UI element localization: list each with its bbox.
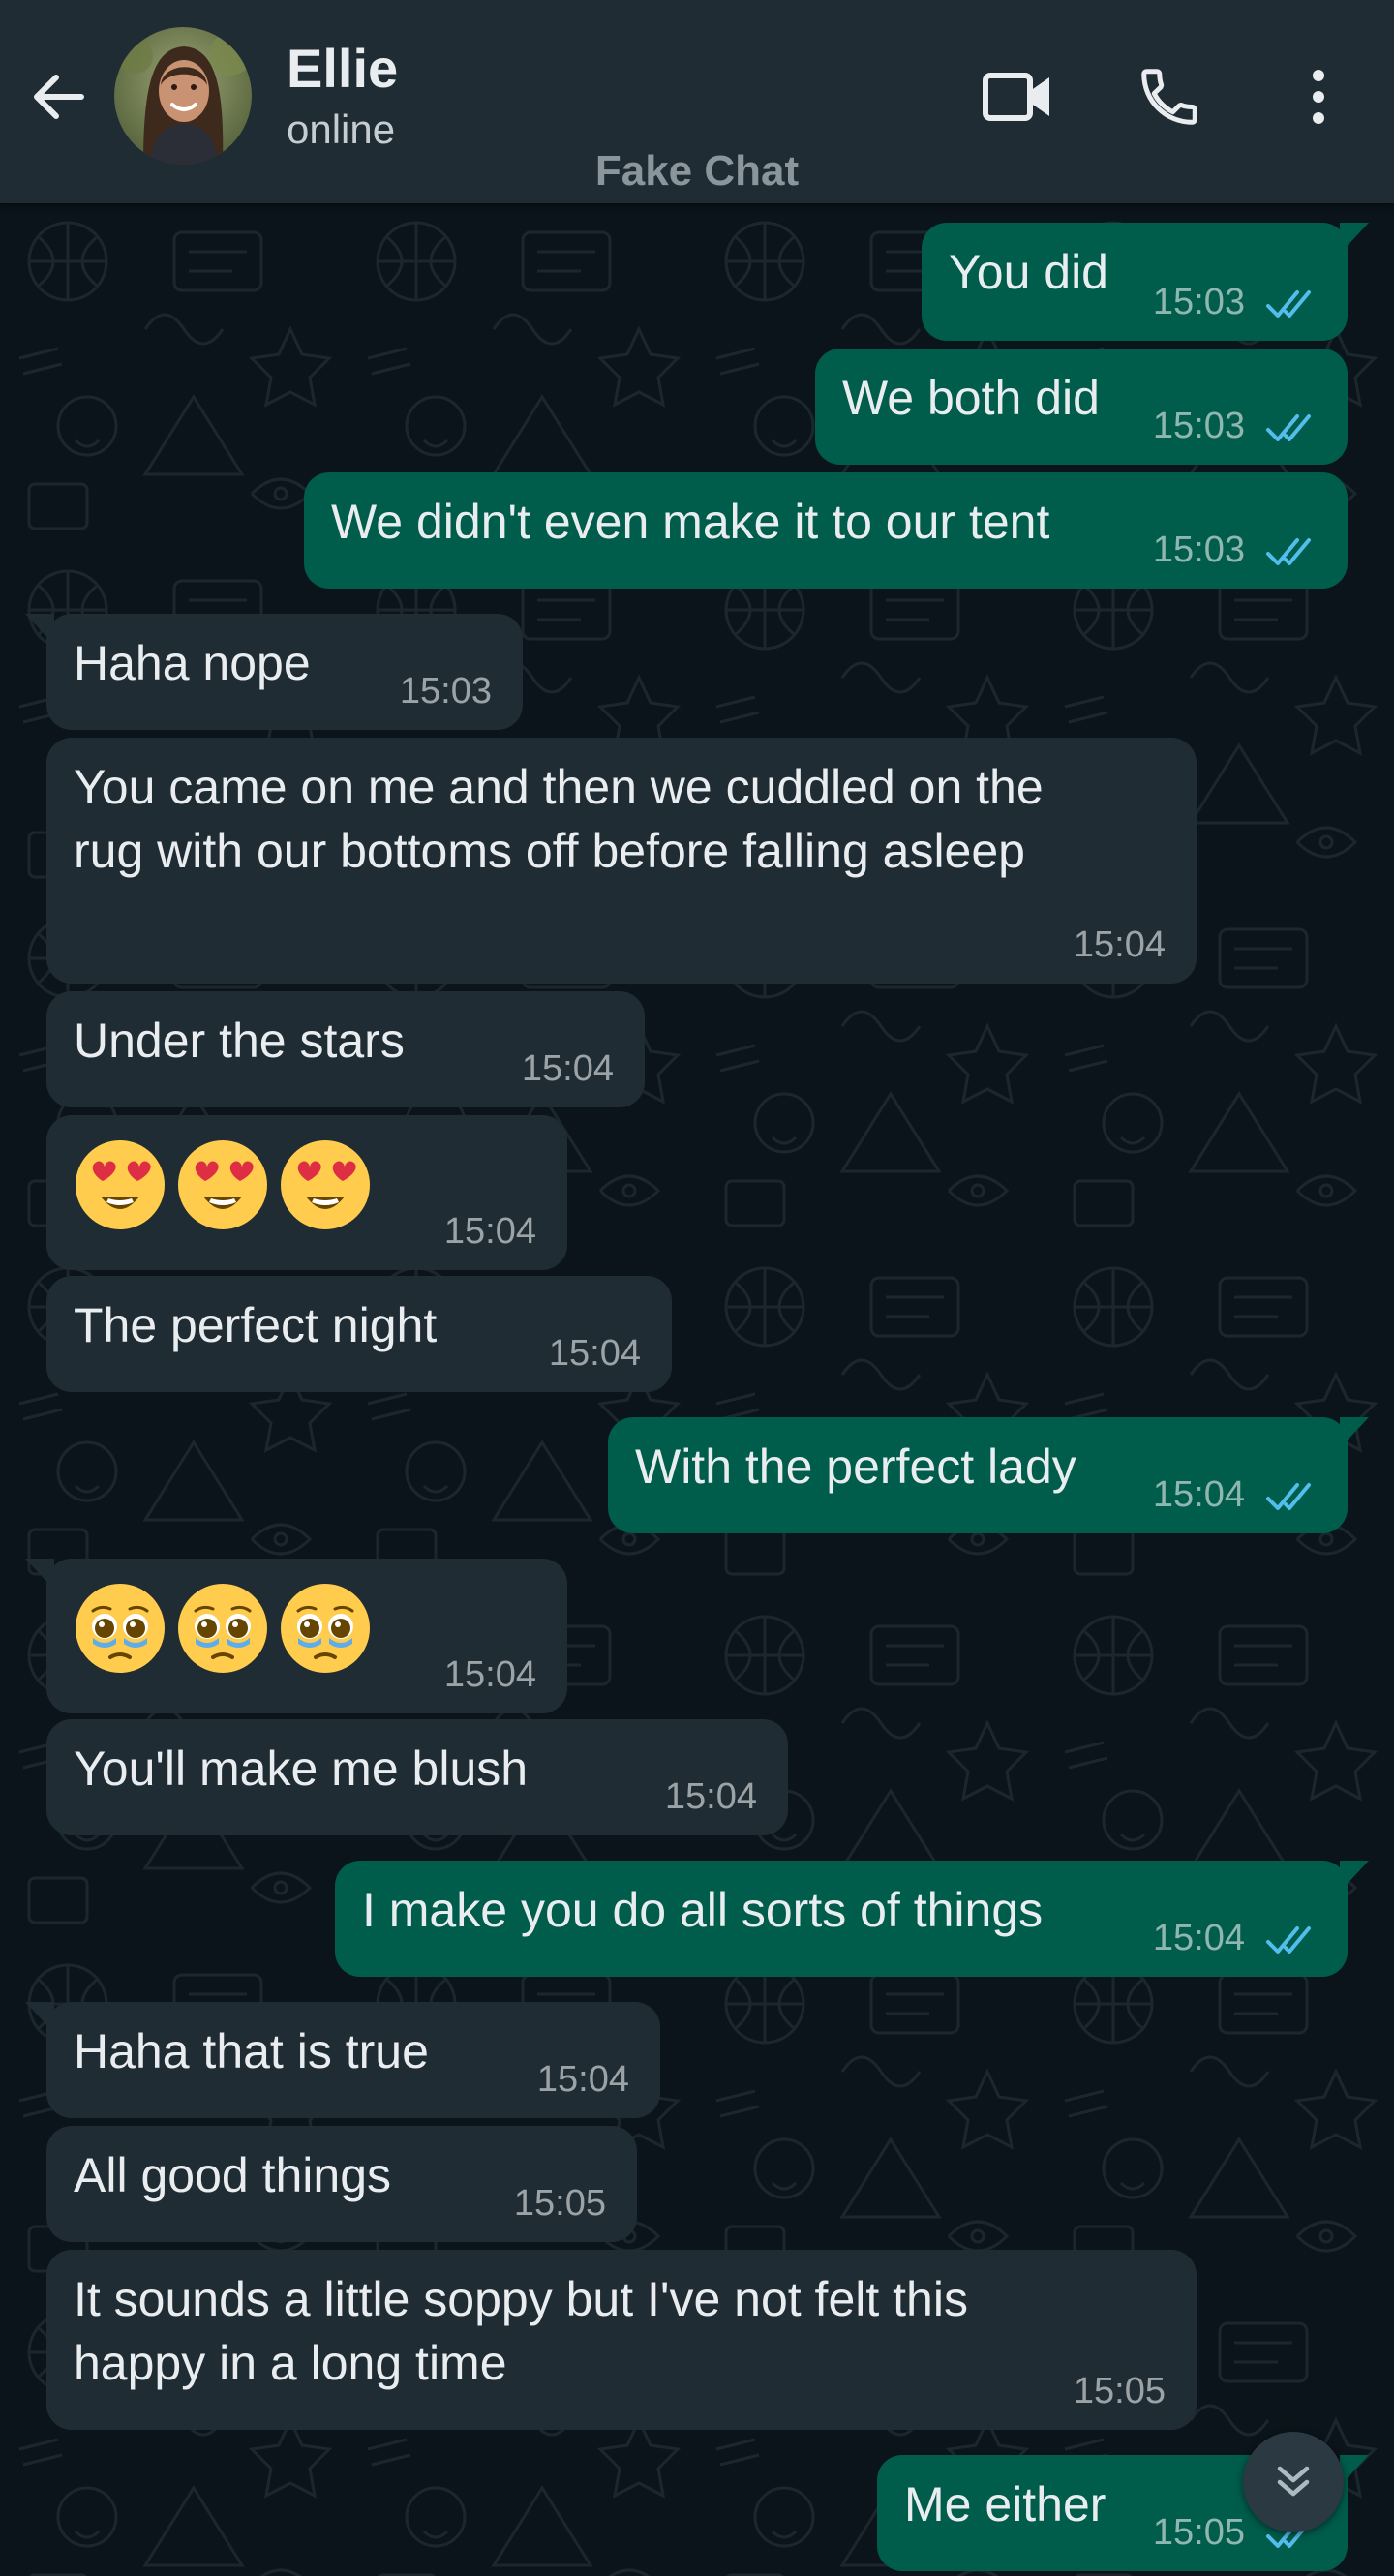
message-bubble-incoming[interactable]: 15:04 — [46, 1115, 567, 1270]
message-bubble-outgoing[interactable]: We didn't even make it to our tent 15:03 — [304, 472, 1348, 589]
message-bubble-outgoing[interactable]: I make you do all sorts of things 15:04 — [335, 1861, 1369, 1977]
message-bubble-outgoing[interactable]: We both did 15:03 — [815, 349, 1348, 465]
video-call-icon — [983, 73, 1049, 121]
message-bubble-outgoing[interactable]: You did 15:03 — [922, 223, 1369, 341]
bubble-tail — [25, 614, 54, 645]
message-time: 15:03 — [1152, 282, 1245, 322]
message-text: We didn't even make it to our tent — [331, 495, 1050, 549]
message-time: 15:04 — [548, 1333, 641, 1374]
message-text-line-1: You came on me and then we cuddled on th… — [74, 760, 1044, 814]
message-text: I make you do all sorts of things — [362, 1883, 1044, 1937]
read-ticks-icon — [1266, 1483, 1311, 1510]
bubble-tail — [25, 2002, 54, 2033]
message-time: 15:04 — [443, 1211, 536, 1252]
bubble-tail — [1340, 1417, 1369, 1448]
message-text: The perfect night — [74, 1298, 438, 1352]
message-time: 15:05 — [513, 2183, 606, 2224]
message-time: 15:04 — [1073, 924, 1166, 965]
fake-chat-watermark: Fake Chat — [594, 147, 800, 195]
voice-call-button[interactable] — [1129, 56, 1210, 137]
contact-name[interactable]: Ellie — [287, 37, 398, 100]
message-text: You'll make me blush — [74, 1742, 529, 1796]
message-time: 15:04 — [664, 1776, 757, 1817]
message-text: Under the stars — [74, 1014, 405, 1068]
back-arrow-icon — [34, 75, 84, 119]
read-ticks-icon — [1266, 414, 1311, 441]
contact-avatar[interactable] — [114, 27, 252, 165]
message-time: 15:03 — [1152, 406, 1245, 446]
pleading-face-emoji — [178, 1584, 267, 1673]
emoji-row — [72, 1580, 374, 1677]
message-text-line-2: rug with our bottoms off before falling … — [74, 824, 1025, 878]
double-chevron-down-icon — [1277, 2466, 1310, 2497]
message-time: 15:04 — [521, 1048, 614, 1089]
message-bubble-incoming[interactable]: You'll make me blush 15:04 — [46, 1719, 788, 1835]
message-text-line-2: happy in a long time — [74, 2336, 507, 2390]
message-time: 15:04 — [443, 1654, 536, 1695]
message-text: With the perfect lady — [635, 1440, 1076, 1494]
scroll-to-bottom-button[interactable] — [1243, 2432, 1344, 2532]
message-text: You did — [949, 245, 1108, 299]
bubble-tail — [25, 1559, 54, 1590]
message-bubble-incoming[interactable]: Haha that is true 15:04 — [25, 2002, 660, 2118]
bubble-tail — [1340, 223, 1369, 254]
more-options-icon — [1313, 70, 1324, 124]
message-time: 15:04 — [1152, 1918, 1245, 1958]
read-ticks-icon — [1266, 290, 1311, 318]
read-ticks-icon — [1266, 538, 1311, 565]
message-text-line-1: It sounds a little soppy but I've not fe… — [74, 2272, 968, 2326]
message-text: We both did — [842, 371, 1100, 425]
message-time: 15:05 — [1152, 2512, 1245, 2553]
message-text: All good things — [74, 2148, 392, 2202]
heart-eyes-emoji — [281, 1140, 370, 1229]
avatar-photo — [114, 27, 252, 165]
message-text: Haha that is true — [74, 2024, 429, 2078]
heart-eyes-emoji — [76, 1140, 165, 1229]
message-time: 15:05 — [1073, 2371, 1166, 2411]
voice-call-icon — [1141, 69, 1197, 125]
message-time: 15:03 — [399, 671, 492, 712]
contact-status: online — [287, 106, 396, 152]
chat-area[interactable]: You did 15:03 We both did 15:03 We didn'… — [0, 203, 1394, 2576]
heart-eyes-emoji — [178, 1140, 267, 1229]
message-time: 15:04 — [536, 2059, 629, 2100]
back-button[interactable] — [21, 60, 95, 134]
message-text: Me either — [904, 2477, 1106, 2531]
pleading-face-emoji — [76, 1584, 165, 1673]
video-call-button[interactable] — [978, 56, 1059, 137]
more-options-button[interactable] — [1278, 56, 1359, 137]
pleading-face-emoji — [281, 1584, 370, 1673]
message-bubble-incoming[interactable]: The perfect night 15:04 — [46, 1276, 672, 1392]
bubble-tail — [1340, 1861, 1369, 1892]
read-ticks-icon — [1266, 1926, 1311, 1954]
message-bubble-incoming[interactable]: Under the stars 15:04 — [46, 991, 645, 1107]
message-time: 15:04 — [1152, 1474, 1245, 1515]
message-time: 15:03 — [1152, 530, 1245, 570]
message-text: Haha nope — [74, 636, 311, 690]
message-bubble-outgoing[interactable]: With the perfect lady 15:04 — [608, 1417, 1369, 1533]
bubble-tail — [1340, 2455, 1369, 2486]
message-bubble-incoming[interactable]: It sounds a little soppy but I've not fe… — [46, 2250, 1197, 2430]
message-bubble-incoming[interactable]: Haha nope 15:03 — [25, 614, 523, 730]
message-bubble-incoming[interactable]: You came on me and then we cuddled on th… — [46, 738, 1197, 984]
emoji-row — [72, 1136, 374, 1233]
message-bubble-incoming[interactable]: 15:04 — [25, 1559, 567, 1713]
message-bubble-incoming[interactable]: All good things 15:05 — [46, 2126, 637, 2242]
